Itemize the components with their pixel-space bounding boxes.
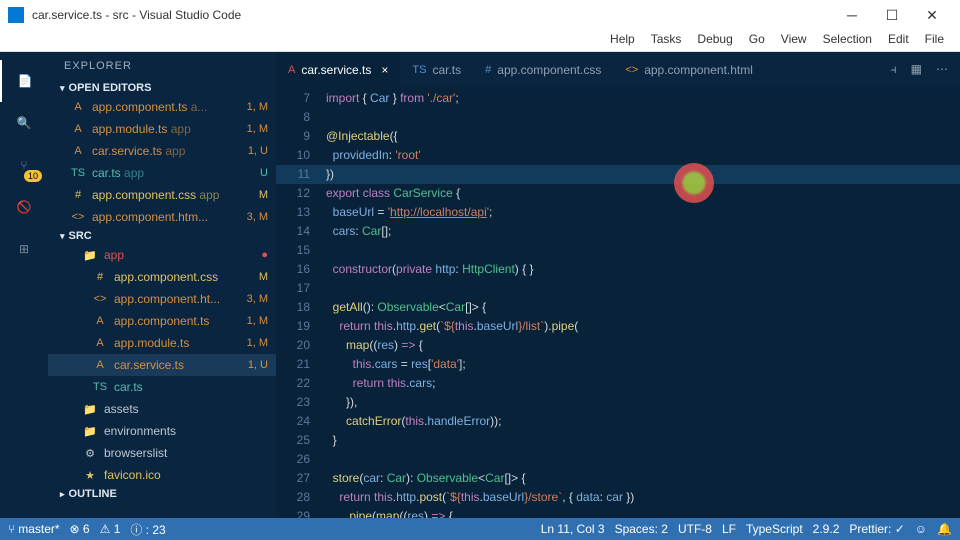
errors[interactable]: ⊗ 6 bbox=[70, 522, 90, 536]
eol[interactable]: LF bbox=[722, 522, 736, 536]
code-line[interactable]: 22 return this.cars; bbox=[276, 374, 960, 393]
code-line[interactable]: 7import { Car } from './car'; bbox=[276, 89, 960, 108]
prettier[interactable]: Prettier: ✓ bbox=[849, 522, 904, 536]
code-line[interactable]: 23 }), bbox=[276, 393, 960, 412]
code-area[interactable]: 7import { Car } from './car';89@Injectab… bbox=[276, 87, 960, 518]
explorer-header: EXPLORER bbox=[48, 52, 276, 80]
close-button[interactable]: ✕ bbox=[912, 0, 952, 30]
tab-bar: Acar.service.ts×TScar.ts#app.component.c… bbox=[276, 52, 960, 87]
bell-icon[interactable]: 🔔 bbox=[937, 522, 952, 536]
open-editor-item[interactable]: Aapp.component.ts a...1, M bbox=[48, 96, 276, 118]
tree-item[interactable]: 📁app● bbox=[48, 244, 276, 266]
code-line[interactable]: 10 providedIn: 'root' bbox=[276, 146, 960, 165]
menu-go[interactable]: Go bbox=[741, 30, 773, 51]
menubar: HelpTasksDebugGoViewSelectionEditFile bbox=[0, 30, 960, 52]
tree-item[interactable]: 📁assets bbox=[48, 398, 276, 420]
tree-item[interactable]: ⚙browserslist bbox=[48, 442, 276, 464]
open-editor-item[interactable]: Aapp.module.ts app1, M bbox=[48, 118, 276, 140]
encoding[interactable]: UTF-8 bbox=[678, 522, 712, 536]
tab[interactable]: TScar.ts bbox=[400, 52, 473, 87]
tree-item[interactable]: Aapp.module.ts1, M bbox=[48, 332, 276, 354]
split-icon[interactable]: ⫞ bbox=[891, 62, 897, 77]
code-line[interactable]: 27 store(car: Car): Observable<Car[]> { bbox=[276, 469, 960, 488]
code-line[interactable]: 13 baseUrl = 'http://localhost/api'; bbox=[276, 203, 960, 222]
search-icon[interactable]: 🔍 bbox=[0, 102, 48, 144]
code-line[interactable]: 15 bbox=[276, 241, 960, 260]
code-line[interactable]: 17 bbox=[276, 279, 960, 298]
debug-icon[interactable]: 🚫 bbox=[0, 186, 48, 228]
open-editor-item[interactable]: <>app.component.htm... 3, M bbox=[48, 206, 276, 228]
open-editor-item[interactable]: Acar.service.ts app1, U bbox=[48, 140, 276, 162]
tree-item[interactable]: #app.component.cssM bbox=[48, 266, 276, 288]
code-line[interactable]: 19 return this.http.get(`${this.baseUrl}… bbox=[276, 317, 960, 336]
git-branch[interactable]: ⑂ master* bbox=[8, 522, 60, 536]
scm-icon[interactable]: ⑂10 bbox=[0, 144, 48, 186]
maximize-button[interactable]: ☐ bbox=[872, 0, 912, 30]
code-line[interactable]: 14 cars: Car[]; bbox=[276, 222, 960, 241]
spaces[interactable]: Spaces: 2 bbox=[615, 522, 668, 536]
minimize-button[interactable]: ─ bbox=[832, 0, 872, 30]
menu-help[interactable]: Help bbox=[602, 30, 643, 51]
warnings[interactable]: ⚠ 1 bbox=[100, 522, 121, 536]
menu-selection[interactable]: Selection bbox=[815, 30, 880, 51]
code-line[interactable]: 25 } bbox=[276, 431, 960, 450]
window-title: car.service.ts - src - Visual Studio Cod… bbox=[32, 8, 832, 22]
code-line[interactable]: 12export class CarService { bbox=[276, 184, 960, 203]
cursor-pos[interactable]: Ln 11, Col 3 bbox=[541, 522, 605, 536]
code-line[interactable]: 8 bbox=[276, 108, 960, 127]
menu-edit[interactable]: Edit bbox=[880, 30, 917, 51]
vscode-icon bbox=[8, 7, 24, 23]
cursor-highlight bbox=[674, 163, 714, 203]
explorer-icon[interactable]: 📄 bbox=[0, 60, 48, 102]
ts-version[interactable]: 2.9.2 bbox=[813, 522, 840, 536]
tab[interactable]: <>app.component.html bbox=[613, 52, 765, 87]
code-line[interactable]: 9@Injectable({ bbox=[276, 127, 960, 146]
outline-section[interactable]: OUTLINE bbox=[48, 486, 276, 502]
more-icon[interactable]: ⋯ bbox=[936, 62, 948, 77]
language[interactable]: TypeScript bbox=[746, 522, 803, 536]
code-line[interactable]: 18 getAll(): Observable<Car[]> { bbox=[276, 298, 960, 317]
code-line[interactable]: 16 constructor(private http: HttpClient)… bbox=[276, 260, 960, 279]
editor: Acar.service.ts×TScar.ts#app.component.c… bbox=[276, 52, 960, 518]
tab[interactable]: Acar.service.ts× bbox=[276, 52, 400, 87]
open-editor-item[interactable]: TScar.ts appU bbox=[48, 162, 276, 184]
tree-item[interactable]: Aapp.component.ts1, M bbox=[48, 310, 276, 332]
open-editors-section[interactable]: OPEN EDITORS bbox=[48, 80, 276, 96]
code-line[interactable]: 26 bbox=[276, 450, 960, 469]
code-line[interactable]: 24 catchError(this.handleError)); bbox=[276, 412, 960, 431]
menu-view[interactable]: View bbox=[773, 30, 815, 51]
sidebar: EXPLORER OPEN EDITORS Aapp.component.ts … bbox=[48, 52, 276, 518]
close-tab-icon[interactable]: × bbox=[381, 63, 388, 77]
info[interactable]: ⓘ : 23 bbox=[130, 521, 165, 538]
status-bar: ⑂ master* ⊗ 6 ⚠ 1 ⓘ : 23 Ln 11, Col 3 Sp… bbox=[0, 518, 960, 540]
code-line[interactable]: 29 .pipe(map((res) => { bbox=[276, 507, 960, 518]
code-line[interactable]: 28 return this.http.post(`${this.baseUrl… bbox=[276, 488, 960, 507]
menu-file[interactable]: File bbox=[917, 30, 952, 51]
code-line[interactable]: 20 map((res) => { bbox=[276, 336, 960, 355]
titlebar: car.service.ts - src - Visual Studio Cod… bbox=[0, 0, 960, 30]
tree-item[interactable]: 📁environments bbox=[48, 420, 276, 442]
tree-item[interactable]: TScar.ts bbox=[48, 376, 276, 398]
menu-tasks[interactable]: Tasks bbox=[643, 30, 690, 51]
tab[interactable]: #app.component.css bbox=[473, 52, 613, 87]
feedback-icon[interactable]: ☺ bbox=[915, 522, 927, 536]
code-line[interactable]: 11}) bbox=[276, 165, 960, 184]
layout-icon[interactable]: ▦ bbox=[911, 62, 922, 77]
tree-item[interactable]: ★favicon.ico bbox=[48, 464, 276, 486]
tree-item[interactable]: <>app.component.ht...3, M bbox=[48, 288, 276, 310]
code-line[interactable]: 21 this.cars = res['data']; bbox=[276, 355, 960, 374]
activity-bar: 📄 🔍 ⑂10 🚫 ⊞ bbox=[0, 52, 48, 518]
open-editor-item[interactable]: #app.component.css appM bbox=[48, 184, 276, 206]
src-section[interactable]: SRC bbox=[48, 228, 276, 244]
tree-item[interactable]: Acar.service.ts1, U bbox=[48, 354, 276, 376]
extensions-icon[interactable]: ⊞ bbox=[0, 228, 48, 270]
menu-debug[interactable]: Debug bbox=[689, 30, 740, 51]
